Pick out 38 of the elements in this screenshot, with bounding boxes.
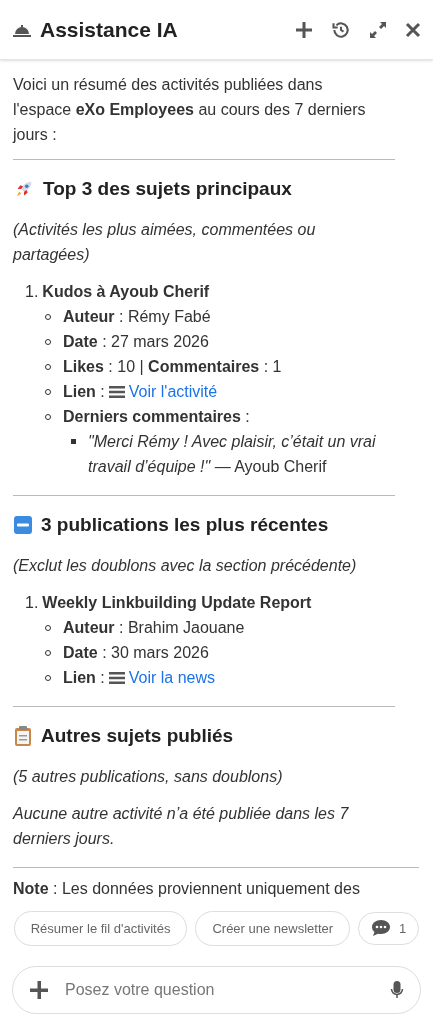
detail-text: Date : 27 mars 2026 bbox=[63, 332, 209, 352]
section-subtitle: (5 autres publications, sans doublons) bbox=[13, 767, 284, 787]
section-subtitle: (Activités les plus aimées, commentées ou partagées) bbox=[13, 220, 317, 265]
window-title: Assistance IA bbox=[40, 16, 178, 43]
detail-label: Lien : bbox=[63, 668, 105, 688]
detail-text: Auteur : Rémy Fabé bbox=[63, 307, 211, 327]
microphone-icon[interactable] bbox=[390, 980, 404, 1000]
comment-text: "Merci Rémy ! Avec plaisir, c’était un vrai travail d’équipe !" — Ayoub Cherif bbox=[88, 432, 377, 477]
question-field[interactable]: Posez votre question bbox=[65, 978, 374, 1002]
activity-link[interactable]: Voir l'activité bbox=[128, 379, 218, 404]
section-heading: Autres sujets publiés bbox=[41, 724, 234, 748]
list-icon bbox=[108, 671, 125, 685]
activity-link[interactable]: Voir la news bbox=[128, 665, 216, 690]
section-heading: Top 3 des sujets principaux bbox=[43, 177, 292, 201]
clipboard-icon bbox=[13, 724, 33, 747]
detail-label: Lien : bbox=[63, 382, 105, 402]
detail-text: Date : 30 mars 2026 bbox=[63, 643, 209, 663]
speech-bubble-icon bbox=[371, 919, 392, 938]
intro-paragraph: Voici un résumé des activités publiées dans l'espace eXo Employees au cours des 7 derniers jours : bbox=[13, 75, 367, 145]
item-title: Kudos à Ayoub Cherif bbox=[42, 282, 210, 302]
list-icon bbox=[108, 385, 125, 399]
note-text: Note : Les données proviennent uniquement des bbox=[13, 867, 419, 901]
bullet-icon bbox=[71, 439, 76, 444]
item-number: 1. bbox=[25, 593, 39, 613]
close-icon[interactable] bbox=[405, 21, 421, 38]
item-number: 1. bbox=[25, 282, 39, 302]
plus-icon[interactable] bbox=[29, 980, 49, 1000]
detail-text: Auteur : Brahim Jaouane bbox=[63, 618, 245, 638]
new-badge-icon bbox=[13, 514, 33, 535]
section-subtitle: (Exclut les doublons avec la section précédente) bbox=[13, 556, 358, 576]
item-title: Weekly Linkbuilding Update Report bbox=[42, 593, 312, 613]
detail-text: Derniers commentaires : bbox=[63, 407, 250, 427]
section-heading: 3 publications les plus récentes bbox=[41, 513, 329, 537]
section-text: Aucune autre activité n’a été publiée dans les 7 derniers jours. bbox=[13, 804, 350, 849]
history-icon[interactable] bbox=[331, 19, 351, 40]
plus-icon[interactable] bbox=[295, 20, 313, 39]
expand-icon[interactable] bbox=[369, 20, 387, 39]
detail-text: Likes : 10 | Commentaires : 1 bbox=[63, 357, 282, 377]
